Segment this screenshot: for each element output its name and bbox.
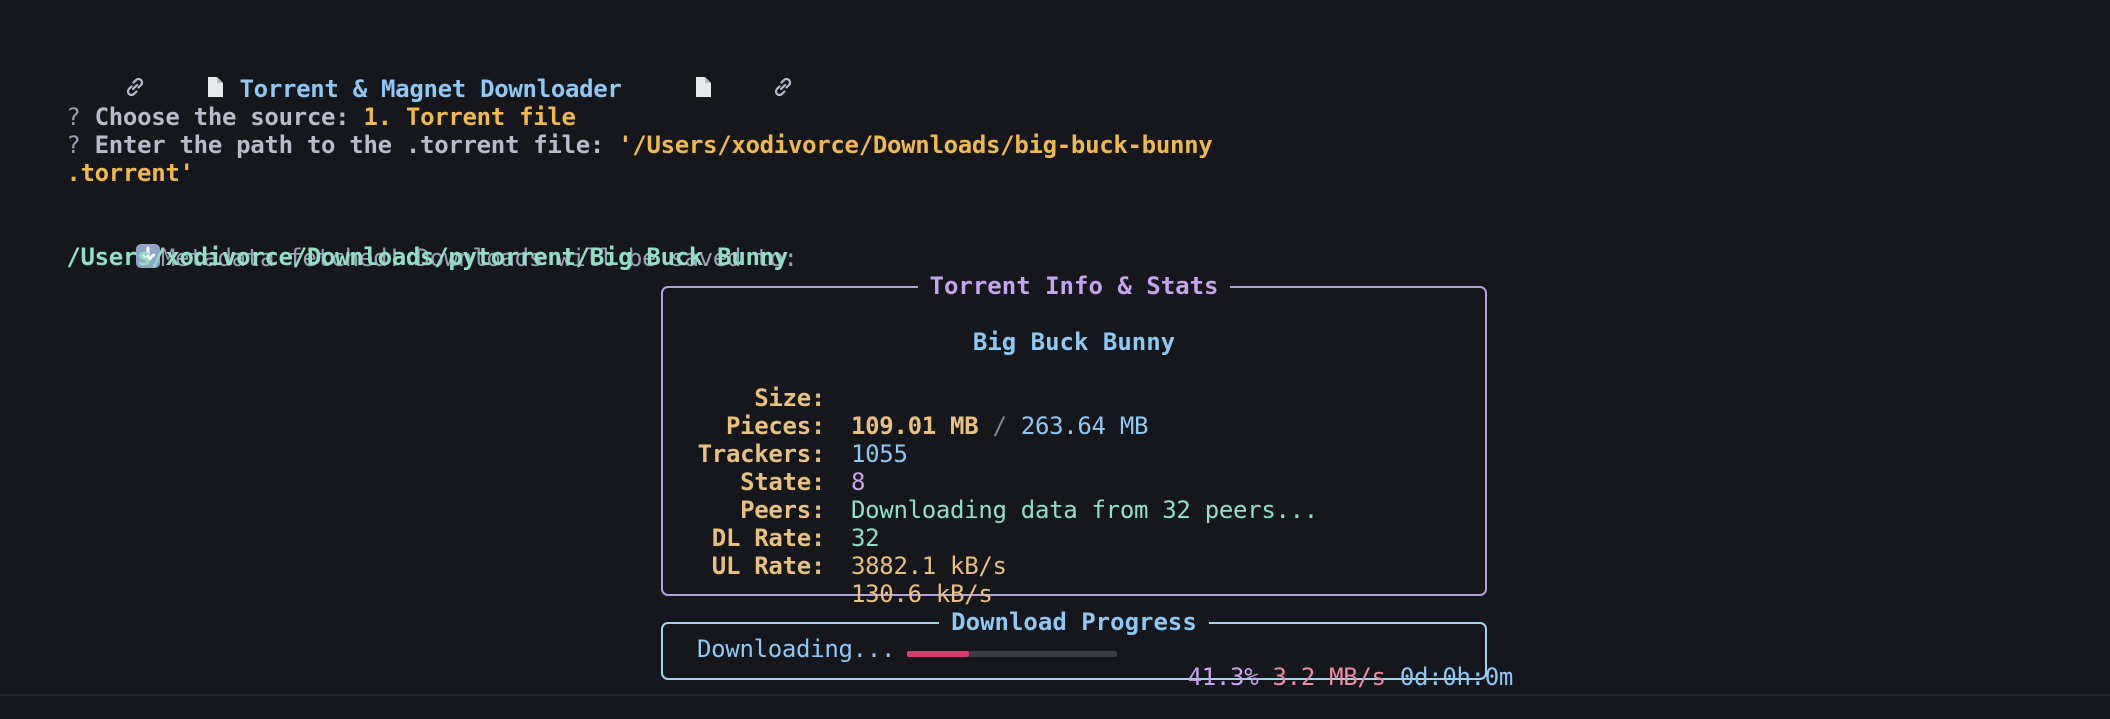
row-dl-rate: DL Rate: 3882.1 kB/s [663,496,1007,580]
size-separator: / [992,412,1007,440]
prompt-answer-continued[interactable]: .torrent' [66,159,194,187]
progress-bar [907,651,1117,657]
row-peers: Peers: 32 [663,468,880,552]
ul-rate-label: UL Rate: [711,552,826,580]
terminal-bottom-divider [0,694,2110,696]
state-value: Downloading data from 32 peers... [851,496,1318,524]
download-path: /Users/xodivorce/Downloads/pytorrent/Big… [38,215,788,271]
row-ul-rate: UL Rate: 130.6 kB/s [663,524,993,608]
size-downloaded: 109.01 MB [851,412,979,440]
prompt-source: ? Choose the source: 1. Torrent file [38,75,576,131]
metadata-message: Metadata fetched! Downloads will be save… [38,187,798,272]
prompt-path-continued: .torrent' [38,131,194,187]
progress-speed: 3.2 MB/s [1272,663,1387,691]
progress-eta: 0d:0h:0m [1399,663,1514,691]
pieces-value: 1055 [851,440,908,468]
progress-panel-title: Download Progress [663,607,1485,637]
progress-percent: 41.3% [1187,663,1259,691]
progress-stats: 41.3% 3.2 MB/s 0d:0h:0m [1131,635,1514,691]
row-trackers: Trackers: 8 [663,412,866,496]
prompt-answer[interactable]: '/Users/xodivorce/Downloads/big-buck-bun… [618,131,1213,159]
row-state: State: Downloading data from 32 peers... [663,440,1318,524]
ul-rate-value: 130.6 kB/s [851,580,993,608]
peers-value: 32 [851,524,880,552]
row-size: Size: 109.01 MB / 263.64 MB [663,356,1148,440]
prompt-path: ? Enter the path to the .torrent file: '… [38,103,1212,159]
size-total: 263.64 MB [1020,412,1149,440]
info-panel-title: Torrent Info & Stats [663,271,1485,301]
torrent-info-panel: Torrent Info & Stats Big Buck Bunny Size… [661,272,1487,608]
progress-status: Downloading... [697,635,896,663]
dl-rate-value: 3882.1 kB/s [851,552,1007,580]
progress-bar-fill [907,651,970,657]
trackers-value: 8 [851,468,866,496]
row-pieces: Pieces: 1055 [663,384,908,468]
torrent-name: Big Buck Bunny [972,328,1176,356]
app-header: Torrent & Magnet Downloader [38,19,795,103]
download-progress-panel: Download Progress Downloading... 41.3% 3… [661,608,1513,691]
download-path-text: /Users/xodivorce/Downloads/pytorrent/Big… [66,243,788,271]
